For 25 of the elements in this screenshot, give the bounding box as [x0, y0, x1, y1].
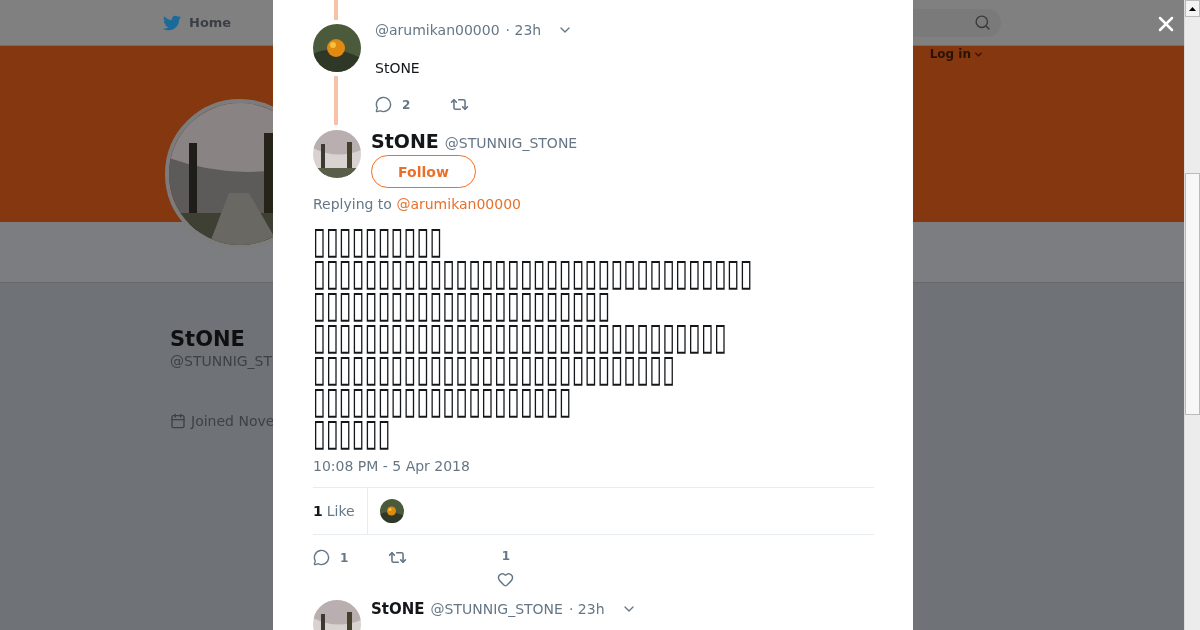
user-handle[interactable]: @arumikan00000 — [375, 22, 500, 38]
user-handle[interactable]: @STUNNIG_STONE — [444, 135, 578, 151]
replying-to-text: Replying to @arumikan00000 — [313, 196, 522, 212]
profile-name: StONE — [170, 327, 245, 351]
calendar-icon — [170, 413, 186, 429]
scrollbar[interactable] — [1184, 0, 1200, 630]
tweet-text: StONE — [375, 60, 421, 76]
tweet-time: · 23h — [568, 601, 605, 617]
mention-link[interactable]: @arumikan00000 — [396, 196, 521, 212]
reply-button[interactable]: 1 — [313, 549, 349, 566]
tweet-text: ▯▯▯▯▯▯▯▯▯▯ ▯▯▯▯▯▯▯▯▯▯▯▯▯▯▯▯▯▯▯▯▯▯▯▯▯▯▯▯▯▯▯▯▯▯ ▯▯▯▯▯▯▯▯▯▯▯▯▯▯▯▯▯▯▯▯▯▯▯ ▯▯▯▯▯▯▯▯▯▯▯▯▯▯▯▯▯▯▯▯▯▯▯▯▯▯▯▯▯▯▯▯ ▯▯▯▯▯▯▯▯▯▯▯▯▯▯▯▯▯▯▯▯▯▯▯▯▯▯▯▯ ▯▯▯▯▯▯▯▯▯▯▯▯▯▯▯▯▯▯▯▯ ▯▯▯▯▯▯ — [313, 224, 753, 448]
bird-icon — [163, 13, 181, 32]
search-icon — [974, 14, 991, 31]
tweet-time: · 23h — [505, 22, 542, 38]
user-name[interactable]: StONE — [371, 600, 425, 618]
likes-count-link[interactable]: 1 Like — [313, 488, 368, 534]
up-arrow-icon[interactable] — [1189, 6, 1196, 11]
follow-button[interactable]: Follow — [371, 155, 476, 188]
reply-button[interactable]: 2 — [375, 96, 411, 113]
like-button[interactable]: 1 — [497, 549, 515, 588]
user-handle[interactable]: @STUNNIG_STONE — [430, 601, 563, 617]
tweet-timestamp: 10:08 PM - 5 Apr 2018 — [313, 458, 471, 474]
home-link[interactable]: Home — [163, 13, 232, 32]
user-name[interactable]: StONE — [371, 130, 439, 152]
heart-icon — [497, 571, 515, 588]
